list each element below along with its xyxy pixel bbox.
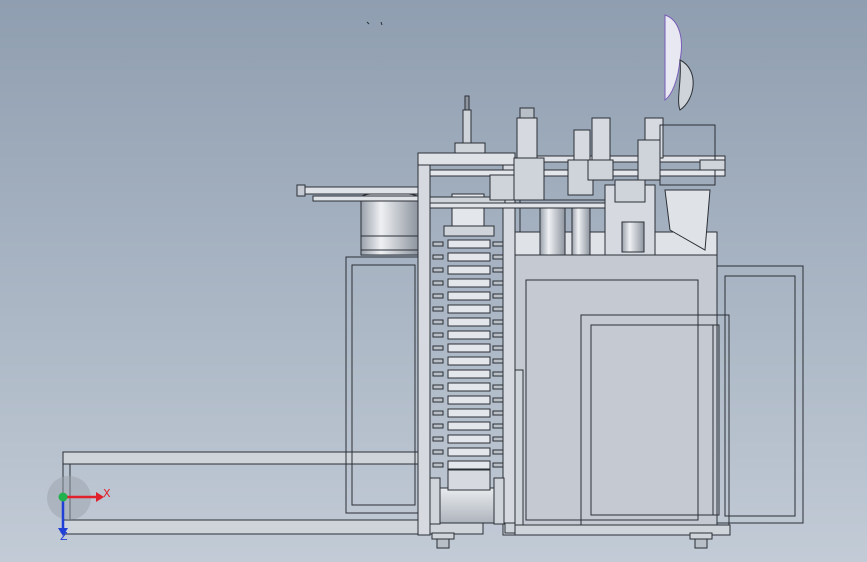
- chain-link: [447, 343, 491, 353]
- chain-pin-right: [492, 358, 504, 364]
- pusher-arm: [296, 184, 428, 202]
- chain-pin-right: [492, 280, 504, 286]
- machine-assembly-drawing: [47, 14, 804, 549]
- chain-pin-left: [432, 332, 444, 338]
- chain-link: [447, 330, 491, 340]
- chain-pin-right: [492, 332, 504, 338]
- elevator-chain: [432, 239, 504, 470]
- chain-pin-right: [492, 319, 504, 325]
- stray-marks: [366, 21, 383, 26]
- chain-pin-left: [432, 449, 444, 455]
- chain-pin-left: [432, 436, 444, 442]
- chain-link: [447, 252, 491, 262]
- chain-pin-right: [492, 345, 504, 351]
- chain-pin-right: [492, 306, 504, 312]
- chain-pin-right: [492, 449, 504, 455]
- z-axis-label: Z: [60, 530, 68, 543]
- chain-pin-right: [492, 436, 504, 442]
- feed-drum: [360, 192, 419, 256]
- chain-link: [447, 382, 491, 392]
- output-hopper: [659, 124, 726, 251]
- actuator-1: [513, 107, 545, 201]
- chain-link: [447, 356, 491, 366]
- x-axis-label: X: [103, 487, 111, 500]
- chain-pin-left: [432, 462, 444, 468]
- chain-pin-right: [492, 462, 504, 468]
- chain-link: [447, 304, 491, 314]
- chain-pin-right: [492, 241, 504, 247]
- chain-link: [447, 239, 491, 249]
- chain-pin-right: [492, 371, 504, 377]
- actuator-3: [587, 117, 614, 181]
- main-cabinet: [514, 254, 731, 536]
- chain-pin-left: [432, 371, 444, 377]
- chain-link: [447, 395, 491, 405]
- chain-link: [447, 460, 491, 470]
- chain-pin-left: [432, 319, 444, 325]
- chain-pin-left: [432, 358, 444, 364]
- chain-link: [447, 291, 491, 301]
- chain-pin-left: [432, 384, 444, 390]
- actuator-4: [637, 117, 664, 181]
- chain-pin-left: [432, 293, 444, 299]
- chain-link: [447, 265, 491, 275]
- side-panel: [716, 265, 804, 524]
- chain-link: [447, 434, 491, 444]
- chain-link: [447, 369, 491, 379]
- chain-pin-left: [432, 345, 444, 351]
- chain-link: [447, 447, 491, 457]
- chain-pin-right: [492, 267, 504, 273]
- chain-link: [447, 408, 491, 418]
- chain-pin-left: [432, 410, 444, 416]
- chain-link: [447, 317, 491, 327]
- hopper-stand: [345, 256, 422, 514]
- chain-pin-right: [492, 254, 504, 260]
- cad-viewport[interactable]: X Z: [0, 0, 867, 562]
- chain-pin-left: [432, 306, 444, 312]
- chain-pin-left: [432, 280, 444, 286]
- chain-link: [447, 278, 491, 288]
- chain-pin-left: [432, 267, 444, 273]
- feeder-chute: [664, 14, 694, 111]
- chain-pin-left: [432, 397, 444, 403]
- chain-pin-left: [432, 254, 444, 260]
- chain-link: [447, 421, 491, 431]
- chain-pin-right: [492, 384, 504, 390]
- chain-pin-right: [492, 397, 504, 403]
- chain-pin-left: [432, 423, 444, 429]
- triad-origin: [58, 492, 68, 502]
- chain-pin-right: [492, 410, 504, 416]
- chain-pin-right: [492, 423, 504, 429]
- chain-pin-left: [432, 241, 444, 247]
- chain-drum: [429, 469, 505, 525]
- chain-pin-right: [492, 293, 504, 299]
